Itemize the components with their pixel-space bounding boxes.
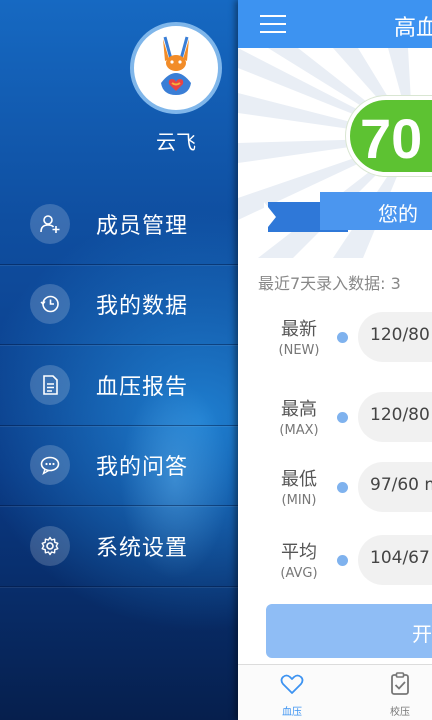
score-hero: 70 您的 <box>238 48 432 258</box>
user-name: 云飞 <box>156 130 196 154</box>
avatar[interactable] <box>130 22 222 114</box>
menu-item-my-qa[interactable]: 我的问答 <box>0 426 238 507</box>
stat-row-max: 最高 (MAX) 120/80 <box>238 385 432 465</box>
start-measure-button[interactable] <box>266 604 432 658</box>
stat-name: 最低 <box>281 469 317 490</box>
ribbon-text: 您的 <box>378 202 418 226</box>
chat-bubble-icon <box>30 445 70 486</box>
stat-value: 120/80 <box>370 325 430 345</box>
health-score: 70 <box>360 107 423 170</box>
tab-blood-pressure[interactable]: 血压 <box>262 669 322 719</box>
page-title: 高血 <box>394 16 432 41</box>
gear-icon <box>30 525 70 566</box>
stat-row-min: 最低 (MIN) 97/60 m <box>238 455 432 535</box>
document-icon <box>30 364 70 405</box>
bottom-tab-bar: 血压 校压 <box>238 664 432 720</box>
tab-calibrate[interactable]: 校压 <box>370 669 430 719</box>
menu-item-system-settings[interactable]: 系统设置 <box>0 506 238 587</box>
stat-dot <box>337 332 348 343</box>
stat-name: 最新 <box>281 319 317 340</box>
ribbon-notch <box>264 202 276 232</box>
recent-records-summary: 最近7天录入数据: 3 <box>258 274 401 293</box>
drawer-menu: 成员管理 我的数据 血压报告 我的问答 系统设置 <box>0 184 238 587</box>
menu-item-my-data[interactable]: 我的数据 <box>0 265 238 346</box>
menu-item-label: 血压报告 <box>96 374 189 400</box>
menu-item-label: 我的问答 <box>96 455 189 481</box>
heart-icon <box>280 674 304 694</box>
menu-item-label: 系统设置 <box>96 535 189 561</box>
stat-value: 120/80 <box>370 405 430 425</box>
kangaroo-logo-icon <box>161 36 191 95</box>
clipboard-check-icon <box>391 672 409 695</box>
menu-item-label: 我的数据 <box>96 294 189 320</box>
stat-sub: (MIN) <box>281 493 317 508</box>
hamburger-menu-icon[interactable] <box>260 13 286 35</box>
stat-dot <box>337 555 348 566</box>
stat-dot <box>337 482 348 493</box>
stat-value: 104/67 <box>370 548 430 568</box>
stat-row-avg: 平均 (AVG) 104/67 <box>238 528 432 608</box>
start-measure-label: 开 <box>412 622 432 646</box>
side-drawer: 云飞 成员管理 我的数据 血压报告 我的问答 系统设置 <box>0 0 238 720</box>
top-bar: 高血 <box>238 0 432 48</box>
menu-item-bp-report[interactable]: 血压报告 <box>0 345 238 426</box>
tab-label: 校压 <box>390 707 410 718</box>
main-panel: 高血 70 您的 最近7天录入数据: 3 最新 (NEW) 120/80 最高 … <box>238 0 432 720</box>
stat-value: 97/60 m <box>370 475 432 495</box>
stat-name: 平均 <box>281 542 317 563</box>
stat-sub: (NEW) <box>278 343 320 358</box>
menu-item-label: 成员管理 <box>96 213 189 239</box>
menu-item-member-management[interactable]: 成员管理 <box>0 184 238 265</box>
stat-dot <box>337 412 348 423</box>
stat-sub: (MAX) <box>279 423 319 438</box>
history-clock-icon <box>30 284 70 325</box>
tab-label: 血压 <box>282 707 302 718</box>
stat-sub: (AVG) <box>280 566 318 581</box>
stat-row-new: 最新 (NEW) 120/80 <box>238 305 432 385</box>
add-member-icon <box>30 203 70 244</box>
stat-name: 最高 <box>281 399 317 420</box>
